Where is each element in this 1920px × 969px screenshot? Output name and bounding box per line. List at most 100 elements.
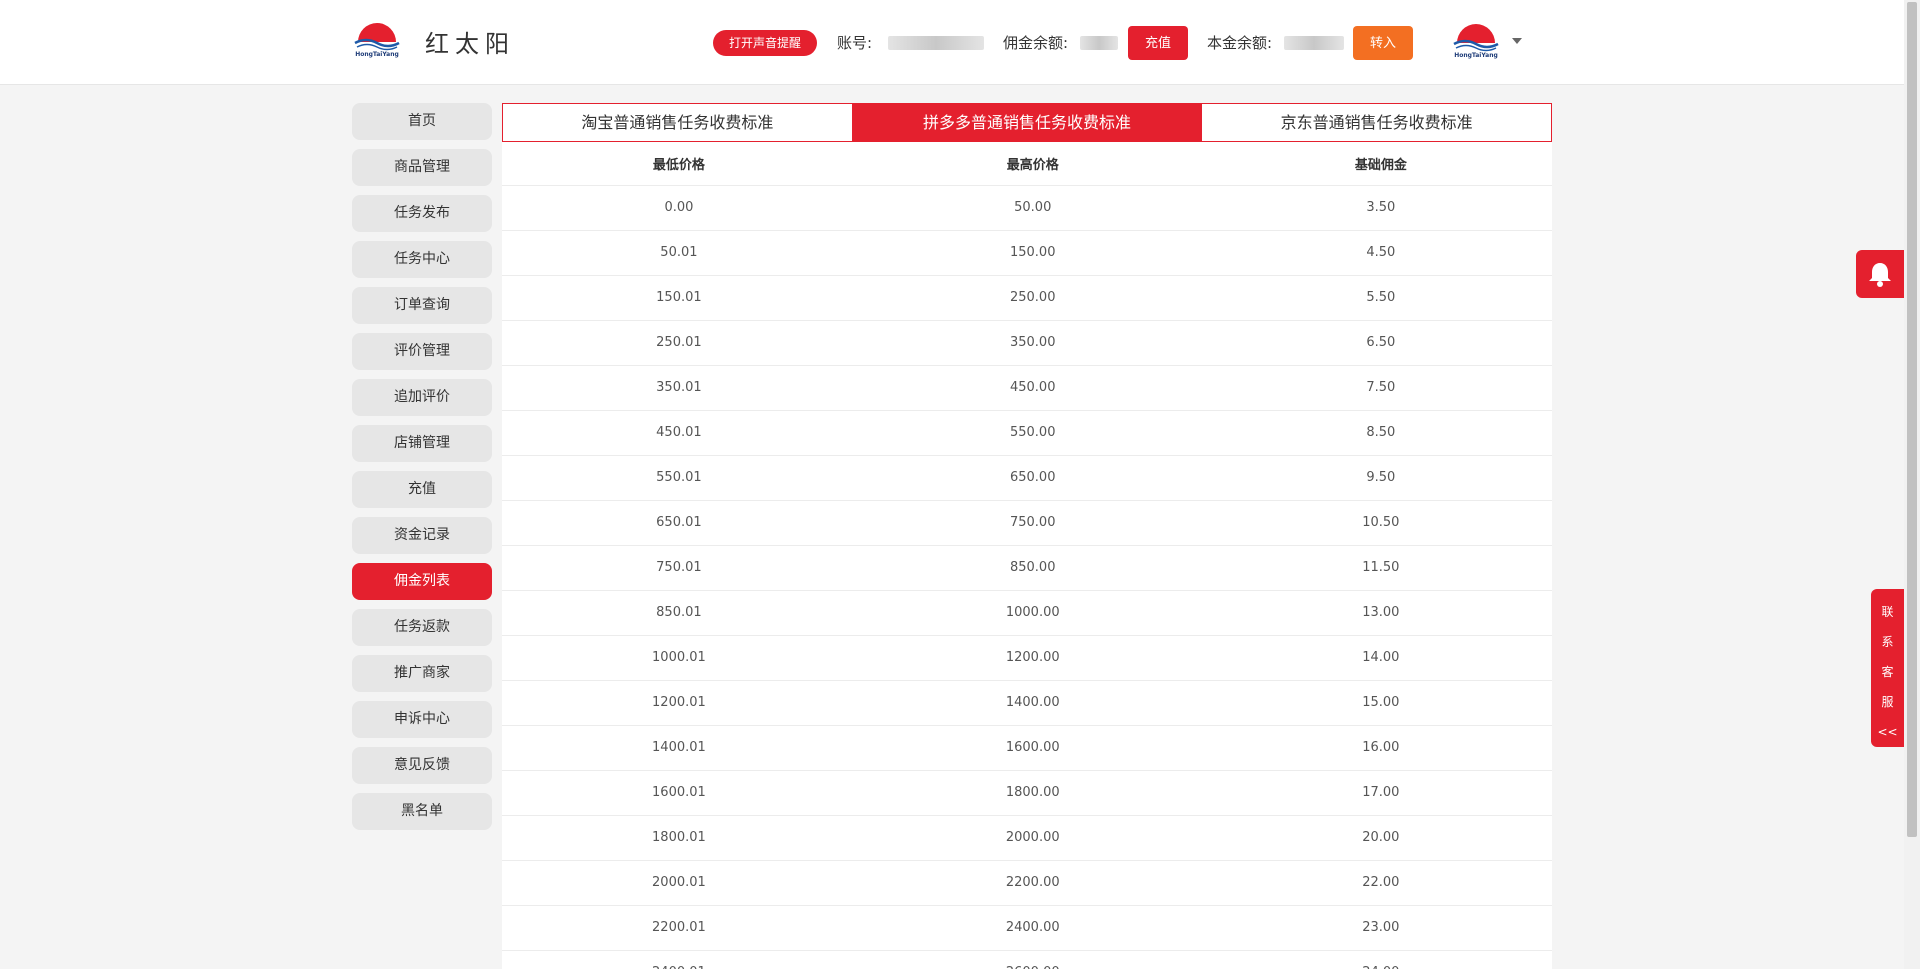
table-cell: 1800.01 [502,815,856,861]
table-cell: 2000.00 [855,815,1210,861]
sidebar-item[interactable]: 充值 [352,471,492,508]
principal-balance-label: 本金余额: [1207,34,1273,52]
sidebar-item[interactable]: 意见反馈 [352,747,492,784]
brand-name: 红太阳 [425,30,515,58]
service-label-char: 客 [1881,665,1894,679]
table-cell: 350.01 [502,365,856,411]
platform-tabs: 淘宝普通销售任务收费标准 拼多多普通销售任务收费标准 京东普通销售任务收费标准 [502,103,1552,142]
table-row: 0.00 50.00 3.50 [502,185,1552,231]
sidebar-item[interactable]: 任务返款 [352,609,492,646]
table-cell: 6.50 [1209,320,1552,366]
sidebar-item[interactable]: 店铺管理 [352,425,492,462]
table-cell: 20.00 [1209,815,1552,861]
commission-table: 最低价格 最高价格 基础佣金 0.00 50.00 3.50 50.01 150.00 4… [502,142,1552,969]
sidebar-item[interactable]: 首页 [352,103,492,140]
recharge-button[interactable]: 充值 [1128,26,1188,60]
table-cell: 2200.01 [502,905,856,951]
table-cell: 650.01 [502,500,856,546]
notification-button[interactable] [1856,250,1904,298]
table-row: 250.01 350.00 6.50 [502,320,1552,366]
table-cell: 1200.00 [855,635,1210,681]
table-cell: 750.01 [502,545,856,591]
table-cell: 11.50 [1209,545,1552,591]
service-label-char: 联 [1881,605,1894,619]
sidebar-item[interactable]: 商品管理 [352,149,492,186]
avatar[interactable]: HongTaiYang [1450,22,1502,60]
service-label-char: << [1877,725,1898,739]
table-cell: 550.00 [855,410,1210,456]
table-cell: 24.00 [1209,950,1552,969]
sidebar-item[interactable]: 追加评价 [352,379,492,416]
table-cell: 17.00 [1209,770,1552,816]
column-header-max-price: 最高价格 [855,142,1210,186]
tab-jd[interactable]: 京东普通销售任务收费标准 [1202,104,1552,141]
table-cell: 5.50 [1209,275,1552,321]
sidebar-nav: 首页商品管理任务发布任务中心订单查询评价管理追加评价店铺管理充值资金记录佣金列表… [352,103,492,839]
bell-icon [1869,263,1891,287]
table-row: 50.01 150.00 4.50 [502,230,1552,276]
customer-service-tab[interactable]: 联系客服 << [1871,589,1904,747]
table-cell: 850.00 [855,545,1210,591]
sidebar-item[interactable]: 黑名单 [352,793,492,830]
page-scrollbar[interactable] [1904,0,1920,969]
table-cell: 1400.01 [502,725,856,771]
table-row: 850.01 1000.00 13.00 [502,590,1552,636]
sound-alert-button[interactable]: 打开声音提醒 [713,30,818,56]
tab-taobao[interactable]: 淘宝普通销售任务收费标准 [503,104,853,141]
table-header-row: 最低价格 最高价格 基础佣金 [502,142,1552,186]
table-cell: 750.00 [855,500,1210,546]
table-cell: 50.01 [502,230,856,276]
table-cell: 350.00 [855,320,1210,366]
logo-icon: HongTaiYang [354,23,400,58]
table-cell: 2000.01 [502,860,856,906]
table-cell: 15.00 [1209,680,1552,726]
table-cell: 2400.00 [855,905,1210,951]
table-row: 2400.012600.0024.00 [502,950,1552,969]
column-header-base-commission: 基础佣金 [1209,142,1552,186]
commission-value-masked [1080,36,1118,50]
table-row: 750.01 850.00 11.50 [502,545,1552,591]
table-cell: 0.00 [502,185,856,231]
sidebar-item[interactable]: 任务中心 [352,241,492,278]
commission-panel: 淘宝普通销售任务收费标准 拼多多普通销售任务收费标准 京东普通销售任务收费标准 最低… [502,103,1552,969]
table-row: 1200.01 1400.00 15.00 [502,680,1552,726]
table-cell: 1600.00 [855,725,1210,771]
table-cell: 7.50 [1209,365,1552,411]
table-cell: 23.00 [1209,905,1552,951]
table-row: 1800.01 2000.00 20.00 [502,815,1552,861]
transfer-button[interactable]: 转入 [1353,26,1413,60]
table-row: 2200.01 2400.00 23.00 [502,905,1552,951]
sidebar-item[interactable]: 评价管理 [352,333,492,370]
table-row: 650.01 750.00 10.50 [502,500,1552,546]
table-cell: 450.01 [502,410,856,456]
table-cell: 3.50 [1209,185,1552,231]
table-cell: 450.00 [855,365,1210,411]
table-cell: 1000.01 [502,635,856,681]
sidebar-item[interactable]: 订单查询 [352,287,492,324]
sidebar-item[interactable]: 佣金列表 [352,563,492,600]
table-cell: 2600.00 [855,950,1210,969]
scrollbar-thumb[interactable] [1907,2,1917,837]
table-row: 450.01 550.00 8.50 [502,410,1552,456]
table-cell: 2400.01 [502,950,856,969]
sidebar-item[interactable]: 申诉中心 [352,701,492,738]
table-cell: 1800.00 [855,770,1210,816]
table-cell: 8.50 [1209,410,1552,456]
svg-text:HongTaiYang: HongTaiYang [355,51,399,58]
table-cell: 150.00 [855,230,1210,276]
table-cell: 150.01 [502,275,856,321]
table-row: 150.01 250.00 5.50 [502,275,1552,321]
sidebar-item[interactable]: 任务发布 [352,195,492,232]
table-row: 350.01 450.00 7.50 [502,365,1552,411]
table-cell: 250.01 [502,320,856,366]
sidebar-item[interactable]: 推广商家 [352,655,492,692]
table-cell: 10.50 [1209,500,1552,546]
table-cell: 13.00 [1209,590,1552,636]
commission-balance-label: 佣金余额: [1003,34,1069,52]
tab-pinduoduo[interactable]: 拼多多普通销售任务收费标准 [852,104,1203,141]
service-label-char: 服 [1881,695,1894,709]
chevron-down-icon[interactable] [1512,38,1522,44]
sidebar-item[interactable]: 资金记录 [352,517,492,554]
table-cell: 650.00 [855,455,1210,501]
service-label-char: 系 [1881,635,1894,649]
